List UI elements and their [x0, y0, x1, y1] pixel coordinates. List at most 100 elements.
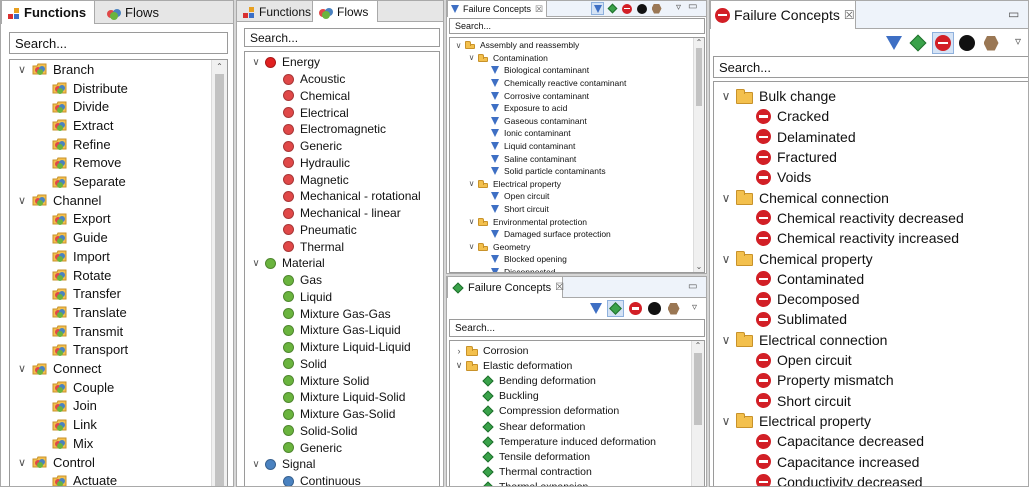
tree-item[interactable]: Translate [32, 303, 127, 322]
tree-item[interactable]: Ionic contaminant [478, 127, 571, 140]
tree-item[interactable]: Generic [265, 439, 342, 456]
tree-item[interactable]: Acoustic [265, 71, 345, 88]
collapse-icon[interactable]: ∨ [452, 360, 466, 371]
collapse-icon[interactable]: ∨ [247, 459, 265, 470]
tab-failure-concepts-c[interactable]: Failure Concepts ☒ [710, 1, 856, 29]
tree-item[interactable]: Thermal contraction [468, 465, 592, 480]
tree-item[interactable]: Extract [32, 116, 113, 135]
failure-concepts-c-search-box[interactable] [713, 56, 1028, 78]
tree-item[interactable]: Mixture Gas-Liquid [265, 322, 401, 339]
tree-item[interactable]: Property mismatch [736, 370, 894, 390]
tab-flows[interactable]: Flows [312, 1, 378, 22]
tree-item[interactable]: Chemical reactivity increased [736, 228, 959, 248]
collapse-icon[interactable]: ∨ [12, 194, 32, 207]
minimize-icon[interactable]: ▭ [688, 281, 697, 292]
scroll-thumb[interactable] [694, 353, 702, 425]
tree-item[interactable]: Liquid [265, 289, 332, 306]
flows-search-input[interactable] [250, 30, 439, 45]
tree-item[interactable]: Import [32, 247, 110, 266]
collapse-icon[interactable]: ∨ [452, 41, 465, 50]
close-icon[interactable]: ☒ [555, 282, 564, 293]
tree-item[interactable]: Delaminated [736, 127, 856, 147]
collapse-icon[interactable]: ∨ [716, 252, 736, 266]
failure-concepts-a-scrollbar[interactable]: ⌃ ⌄ [693, 38, 704, 272]
scroll-up-arrow[interactable]: ⌃ [692, 341, 704, 351]
tree-item[interactable]: Mix [32, 434, 93, 453]
tree-item[interactable]: Mixture Liquid-Solid [265, 389, 405, 406]
tree-item[interactable]: Conductivity decreased [736, 472, 923, 486]
filter-black-circle-button[interactable] [646, 300, 663, 317]
tree-item[interactable]: Transmit [32, 322, 123, 341]
minimize-icon[interactable]: ▭ [1008, 7, 1019, 21]
tree-item[interactable]: Separate [32, 172, 126, 191]
view-menu-icon[interactable]: ▿ [1015, 34, 1021, 48]
tab-failure-concepts-b[interactable]: Failure Concepts ☒ [447, 277, 564, 298]
expand-icon[interactable]: › [452, 346, 466, 356]
collapse-icon[interactable]: ∨ [465, 217, 478, 226]
filter-diamond-button[interactable] [607, 300, 624, 317]
failure-concepts-b-scrollbar[interactable]: ⌃ [691, 341, 704, 486]
tree-item[interactable]: Open circuit [736, 350, 852, 370]
collapse-icon[interactable]: ∨ [465, 53, 478, 62]
tree-item[interactable]: Thermal [265, 238, 344, 255]
tree-item[interactable]: Disconnected [478, 266, 556, 272]
filter-diamond-button[interactable] [907, 32, 929, 54]
tree-item[interactable]: Refine [32, 135, 111, 154]
tree-group[interactable]: ∨ Branch [12, 60, 94, 79]
collapse-icon[interactable]: ∨ [12, 63, 32, 76]
filter-hexagon-button[interactable] [665, 300, 682, 317]
tree-item[interactable]: Electromagnetic [265, 121, 386, 138]
tree-item[interactable]: Solid [265, 356, 327, 373]
tree-item[interactable]: Sublimated [736, 309, 847, 329]
tab-failure-concepts-a[interactable]: Failure Concepts ☒ [447, 1, 547, 17]
tree-item[interactable]: Guide [32, 228, 108, 247]
tree-item[interactable]: Actuate [32, 471, 117, 486]
tree-item[interactable]: Damaged surface protection [478, 228, 611, 241]
tree-group[interactable]: ∨ Signal [247, 456, 315, 473]
failure-concepts-b-search-box[interactable] [449, 319, 705, 337]
tree-item[interactable]: Buckling [468, 389, 539, 404]
collapse-icon[interactable]: ∨ [716, 89, 736, 103]
tree-item[interactable]: Electrical [265, 104, 349, 121]
tab-functions[interactable]: Functions [237, 1, 312, 22]
tree-group[interactable]: ∨ Bulk change [716, 86, 836, 106]
tree-item[interactable]: Short circuit [478, 203, 549, 216]
close-icon[interactable]: ☒ [844, 8, 855, 22]
tree-item[interactable]: Mixture Solid [265, 372, 369, 389]
scroll-down-arrow[interactable]: ⌄ [694, 262, 704, 272]
filter-no-entry-button[interactable] [620, 2, 633, 15]
tree-item[interactable]: Mechanical - linear [265, 205, 401, 222]
tree-item[interactable]: Magnetic [265, 171, 349, 188]
tree-group[interactable]: ∨ Material [247, 255, 324, 272]
tree-group[interactable]: ∨ Electrical property [716, 411, 871, 431]
tree-item[interactable]: Decomposed [736, 289, 860, 309]
view-menu-icon[interactable]: ▿ [692, 302, 697, 313]
tree-item[interactable]: Transport [32, 341, 128, 360]
tree-item[interactable]: ∨ Contamination [465, 52, 548, 65]
tree-item[interactable]: Thermal expansion [468, 480, 588, 486]
filter-triangle-button[interactable] [591, 2, 604, 15]
tree-group[interactable]: ∨ Chemical property [716, 248, 873, 268]
filter-triangle-button[interactable] [587, 300, 604, 317]
tree-item[interactable]: Chemical reactivity decreased [736, 208, 964, 228]
filter-black-circle-button[interactable] [956, 32, 978, 54]
tree-item[interactable]: Gas [265, 272, 322, 289]
flows-search-box[interactable] [244, 28, 440, 47]
filter-black-circle-button[interactable] [635, 2, 648, 15]
collapse-icon[interactable]: ∨ [12, 362, 32, 375]
tree-group[interactable]: ∨ Chemical connection [716, 188, 889, 208]
tree-group[interactable]: ∨ Assembly and reassembly [452, 39, 580, 52]
collapse-icon[interactable]: ∨ [465, 242, 478, 251]
tree-item[interactable]: Distribute [32, 79, 128, 98]
tree-item[interactable]: Couple [32, 378, 114, 397]
scroll-thumb[interactable] [215, 74, 224, 486]
scroll-up-arrow[interactable]: ⌃ [212, 62, 227, 72]
collapse-icon[interactable]: ∨ [247, 258, 265, 269]
tree-item[interactable]: Mixture Gas-Solid [265, 406, 395, 423]
close-icon[interactable]: ☒ [535, 4, 543, 15]
tree-item[interactable]: Temperature induced deformation [468, 434, 656, 449]
tab-functions[interactable]: Functions [1, 1, 95, 24]
tree-item[interactable]: Generic [265, 138, 342, 155]
tree-item[interactable]: Open circuit [478, 190, 549, 203]
collapse-icon[interactable]: ∨ [465, 179, 478, 188]
